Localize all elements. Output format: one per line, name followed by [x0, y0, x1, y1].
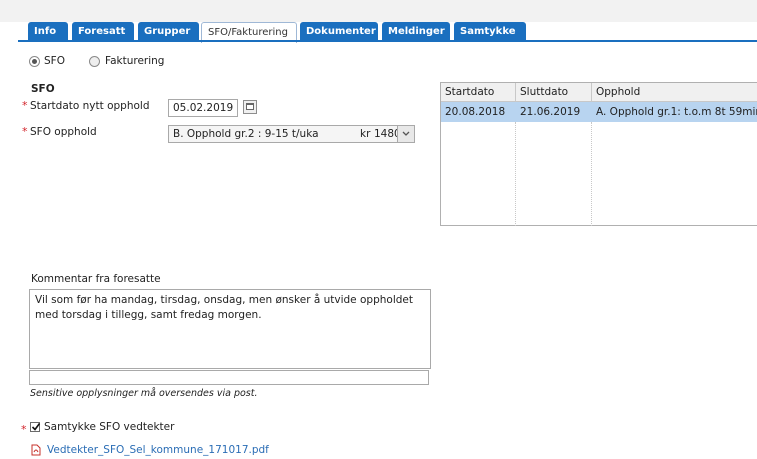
column-divider [515, 122, 516, 226]
required-marker: * [21, 423, 27, 436]
table-header-sluttdato[interactable]: Sluttdato [516, 83, 592, 102]
tab-label: Dokumenter [306, 26, 376, 37]
required-marker: * [22, 99, 28, 112]
pdf-icon [31, 444, 41, 456]
top-strip [0, 0, 757, 22]
tab-grupper[interactable]: Grupper [138, 22, 199, 41]
stay-label: SFO opphold [30, 126, 97, 138]
tab-underline [18, 40, 757, 42]
tab-info[interactable]: Info [28, 22, 68, 41]
radio-fakturering-label: Fakturering [105, 55, 165, 67]
comment-extra-field[interactable] [29, 370, 429, 385]
tab-dokumenter[interactable]: Dokumenter [300, 22, 378, 41]
document-link[interactable]: Vedtekter_SFO_Sel_kommune_171017.pdf [47, 444, 269, 456]
table-header-opphold[interactable]: Opphold [592, 83, 757, 102]
calendar-icon[interactable] [243, 100, 257, 114]
sensitive-info-note: Sensitive opplysninger må oversendes via… [30, 388, 258, 399]
tab-label: Foresatt [78, 26, 126, 37]
stay-currency: kr [360, 128, 371, 140]
sfo-heading: SFO [31, 83, 55, 95]
tab-label: Info [34, 26, 57, 37]
column-divider [591, 122, 592, 226]
radio-fakturering[interactable] [89, 56, 101, 68]
tab-label: Grupper [144, 26, 191, 37]
consent-label: Samtykke SFO vedtekter [44, 421, 175, 433]
chevron-down-icon[interactable] [397, 126, 414, 142]
radio-sfo-label: SFO [44, 55, 65, 67]
radio-fakturering-indicator [89, 56, 100, 67]
tab-label: SFO/Fakturering [208, 27, 288, 38]
table-header-startdato[interactable]: Startdato [441, 83, 516, 102]
tab-label: Meldinger [388, 26, 445, 37]
comment-label: Kommentar fra foresatte [31, 273, 161, 285]
tab-samtykke[interactable]: Samtykke [454, 22, 526, 41]
comment-textarea[interactable]: Vil som før ha mandag, tirsdag, onsdag, … [29, 289, 431, 369]
startdate-input[interactable]: 05.02.2019 [168, 99, 238, 117]
table-cell-startdato: 20.08.2018 [445, 106, 506, 118]
stay-select[interactable]: B. Opphold gr.2 : 9-15 t/uka kr 1480 [168, 125, 415, 143]
stay-select-value: B. Opphold gr.2 : 9-15 t/uka [173, 128, 319, 140]
radio-sfo[interactable] [29, 56, 41, 68]
table-cell-sluttdato: 21.06.2019 [520, 106, 581, 118]
stay-history-table: Startdato Sluttdato Opphold 20.08.2018 2… [440, 82, 757, 226]
startdate-label: Startdato nytt opphold [30, 100, 150, 112]
tab-label: Samtykke [460, 26, 516, 37]
radio-sfo-indicator [29, 56, 40, 67]
tab-meldinger[interactable]: Meldinger [382, 22, 450, 41]
required-marker: * [22, 125, 28, 138]
checkmark-icon [31, 423, 41, 431]
consent-checkbox[interactable] [30, 422, 41, 432]
tab-foresatt[interactable]: Foresatt [72, 22, 134, 41]
table-cell-opphold: A. Opphold gr.1: t.o.m 8t 59min [596, 106, 757, 118]
